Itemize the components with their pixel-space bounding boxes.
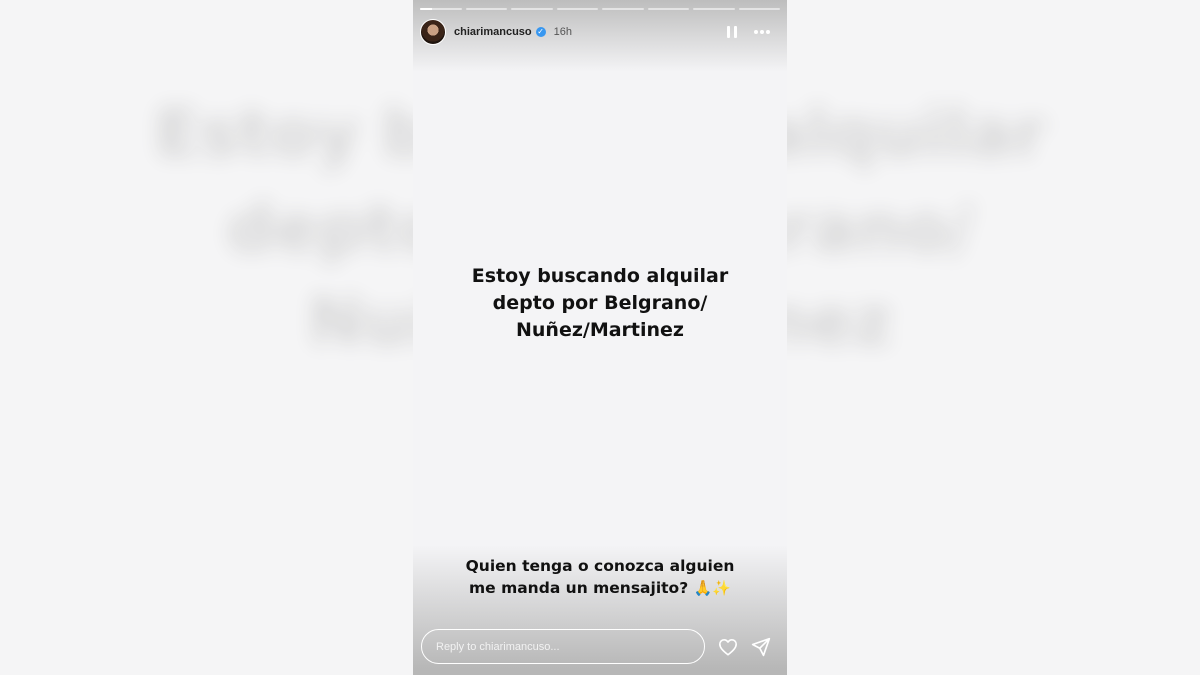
progress-segment bbox=[602, 8, 644, 10]
story-main-text: Estoy buscando alquilar depto por Belgra… bbox=[413, 263, 787, 344]
reply-input[interactable] bbox=[421, 629, 706, 664]
pause-icon[interactable] bbox=[721, 21, 743, 43]
profile-avatar[interactable] bbox=[420, 19, 446, 45]
story-text-line: Nuñez/Martinez bbox=[515, 319, 684, 341]
progress-segment bbox=[693, 8, 735, 10]
progress-segment bbox=[647, 8, 689, 10]
story-sub-line: Quien tenga o conozca alguien bbox=[465, 557, 735, 575]
emoji-icon: 🙏✨ bbox=[693, 579, 731, 597]
send-icon[interactable] bbox=[750, 635, 773, 659]
progress-segment bbox=[511, 8, 553, 10]
story-viewer[interactable]: chiarimancuso ✓ 16h Estoy buscando alqui… bbox=[413, 0, 787, 675]
progress-segment bbox=[465, 8, 507, 10]
story-sub-line-container: me manda un mensajito? 🙏✨ bbox=[413, 577, 787, 599]
verified-badge-icon: ✓ bbox=[535, 27, 546, 37]
story-progress-bar bbox=[420, 8, 780, 10]
story-sub-line: me manda un mensajito? bbox=[469, 579, 689, 597]
progress-segment bbox=[738, 8, 780, 10]
reply-bar bbox=[421, 629, 773, 664]
story-header: chiarimancuso ✓ 16h bbox=[420, 18, 773, 46]
more-options-icon[interactable] bbox=[751, 21, 773, 43]
heart-icon[interactable] bbox=[716, 635, 739, 659]
progress-segment bbox=[556, 8, 598, 10]
progress-segment-fill bbox=[420, 8, 433, 10]
progress-segment bbox=[420, 8, 462, 10]
story-text-line: depto por Belgrano/ bbox=[492, 292, 708, 314]
story-text-line: Estoy buscando alquilar bbox=[471, 265, 729, 287]
story-sub-text: Quien tenga o conozca alguien me manda u… bbox=[413, 555, 787, 599]
username-link[interactable]: chiarimancuso bbox=[454, 26, 532, 38]
post-time: 16h bbox=[553, 26, 572, 38]
